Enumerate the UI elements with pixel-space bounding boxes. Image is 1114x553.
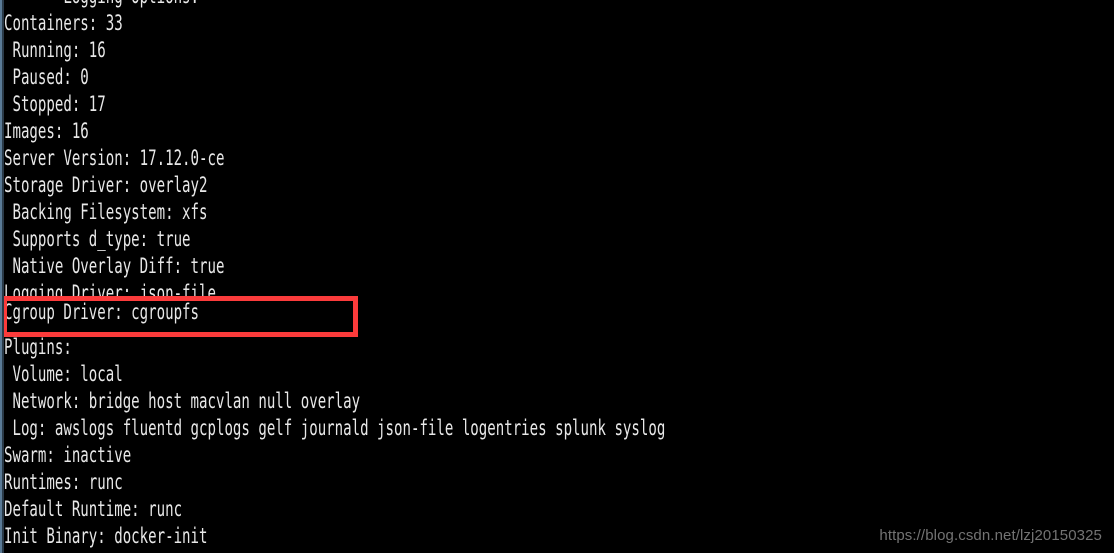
terminal-window: Logging Options: Containers: 33 Running:…: [0, 0, 1114, 553]
terminal-line: Supports d_type: true: [4, 227, 191, 252]
terminal-line-plugins: Plugins:: [4, 335, 72, 360]
terminal-line: Images: 16: [4, 119, 89, 144]
terminal-output: Logging Options: Containers: 33 Running:…: [4, 0, 1114, 550]
terminal-line-partial-top: Logging Options:: [4, 0, 1111, 10]
terminal-line: Default Runtime: runc: [4, 497, 183, 522]
terminal-line: Log: awslogs fluentd gcplogs gelf journa…: [4, 416, 666, 441]
terminal-line: Running: 16: [4, 38, 106, 63]
terminal-line: Volume: local: [4, 362, 123, 387]
terminal-line: Backing Filesystem: xfs: [4, 200, 208, 225]
terminal-line: Network: bridge host macvlan null overla…: [4, 389, 361, 414]
window-left-border-shadow: [2, 0, 4, 553]
red-highlight-box: [2, 296, 358, 337]
terminal-line: Server Version: 17.12.0-ce: [4, 146, 225, 171]
terminal-line: Stopped: 17: [4, 92, 106, 117]
watermark-url: https://blog.csdn.net/lzj20150325: [879, 527, 1102, 544]
terminal-line: Runtimes: runc: [4, 470, 123, 495]
terminal-line: Native Overlay Diff: true: [4, 254, 225, 279]
terminal-line: Swarm: inactive: [4, 443, 132, 468]
terminal-line: Containers: 33: [4, 11, 123, 36]
terminal-line: Storage Driver: overlay2: [4, 173, 208, 198]
terminal-line: Paused: 0: [4, 65, 89, 90]
